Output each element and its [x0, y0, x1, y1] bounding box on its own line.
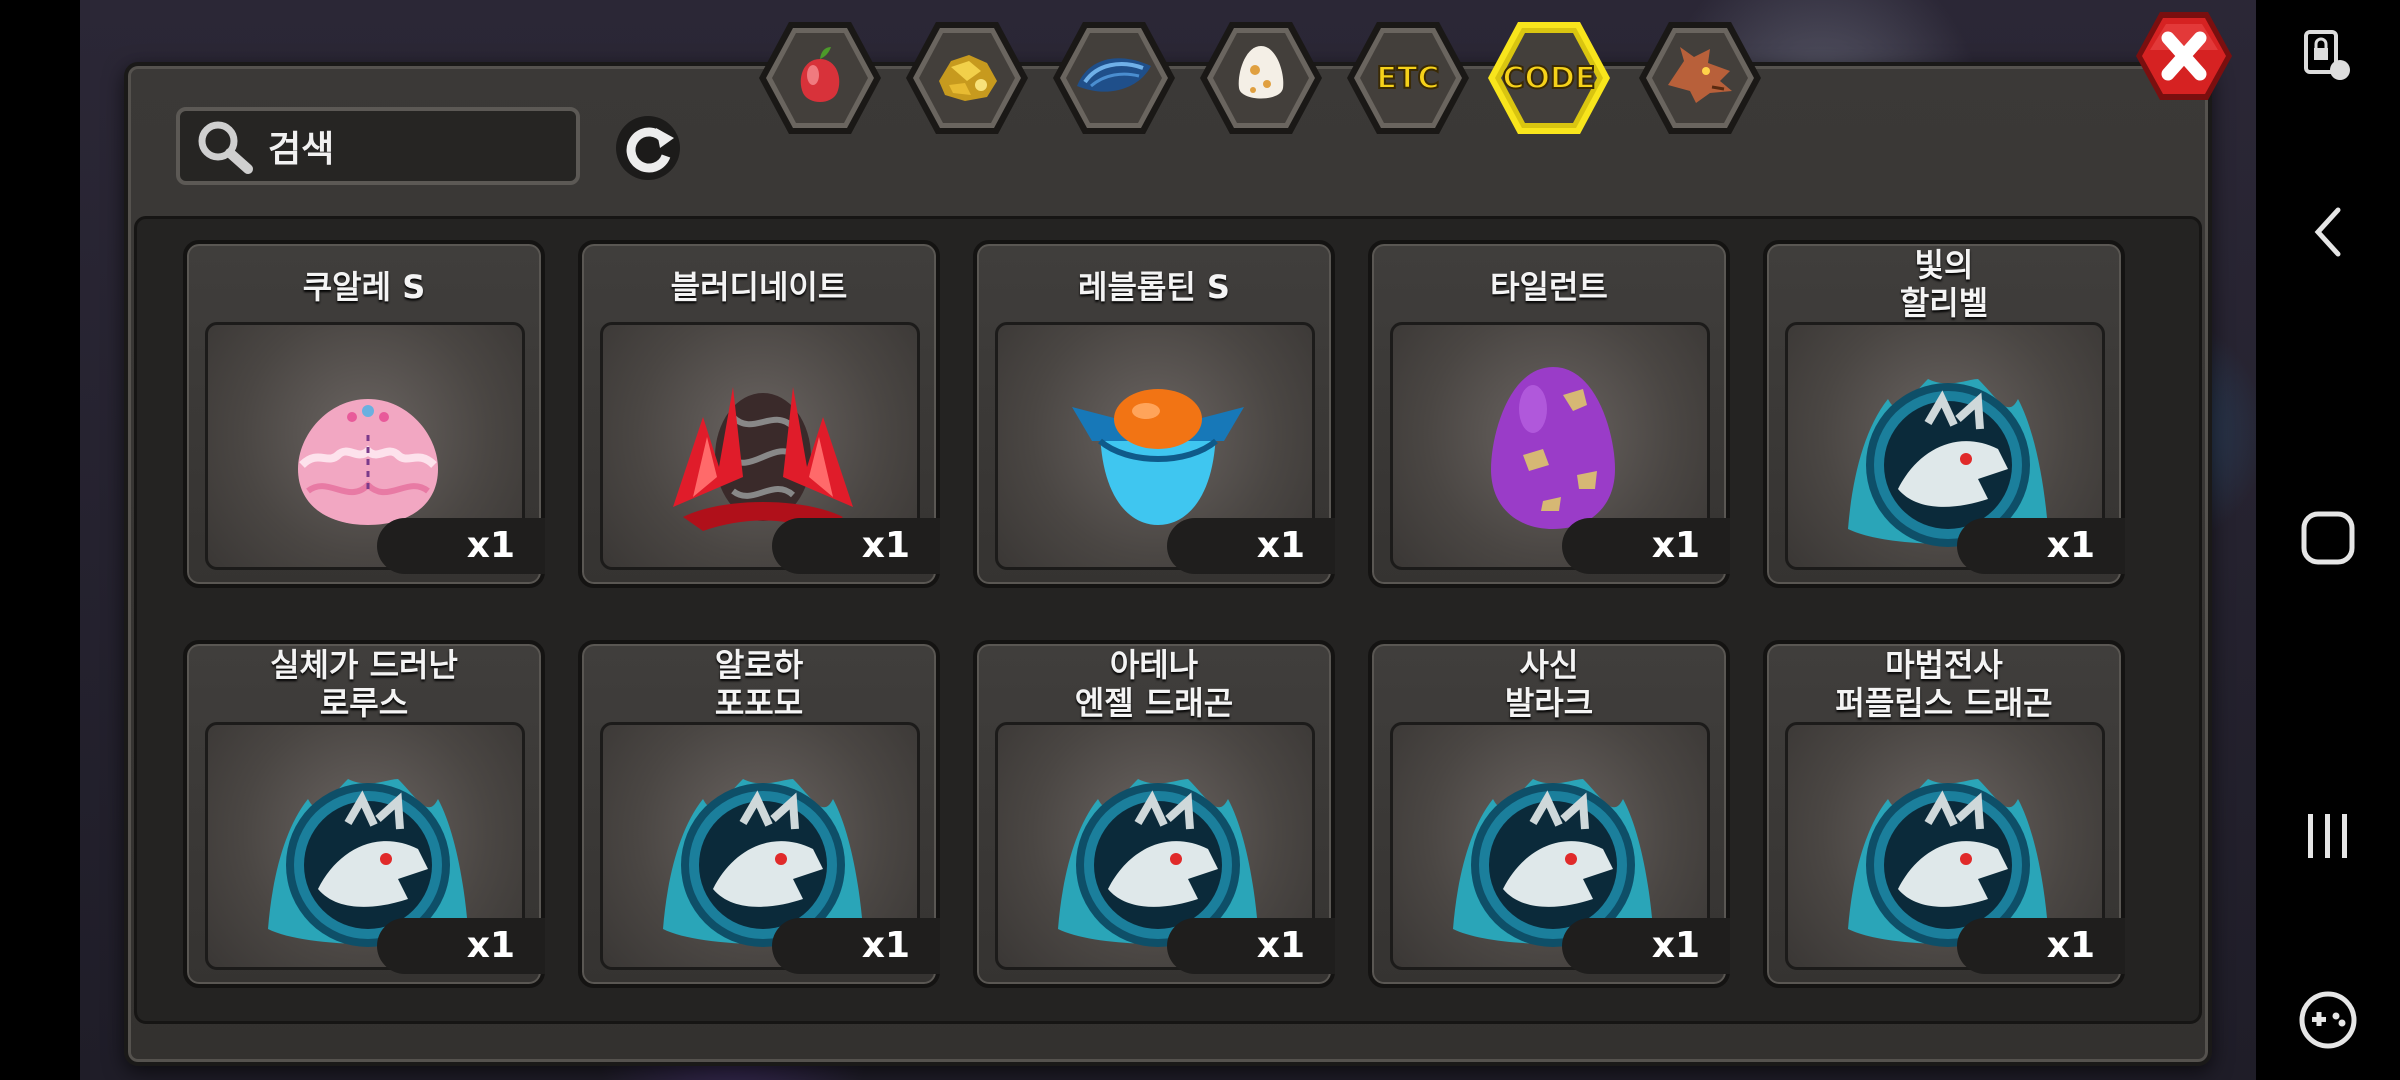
item-quantity: x1 — [1562, 918, 1730, 974]
close-icon — [2136, 12, 2232, 100]
item-name-line: 할리벨 — [1899, 284, 1989, 322]
back-icon[interactable] — [2308, 204, 2348, 260]
item-name-line: 발라크 — [1504, 684, 1594, 722]
item-name-line: 포포모 — [714, 684, 804, 722]
item-quantity: x1 — [377, 918, 545, 974]
tab-label: ETC — [1376, 60, 1441, 97]
item-name: 사신 발라크 — [1372, 646, 1726, 722]
item-name: 레블롭틴 S — [977, 268, 1331, 306]
category-tab-etc[interactable]: ETC — [1343, 18, 1473, 138]
item-name: 빛의 할리벨 — [1767, 246, 2121, 322]
recent-apps-icon[interactable] — [2300, 808, 2356, 864]
item-name-line: 마법전사 — [1885, 646, 2003, 684]
item-name-line: 퍼플립스 드래곤 — [1835, 684, 2053, 722]
search-icon — [194, 117, 256, 175]
item-name: 알로하 포포모 — [582, 646, 936, 722]
item-name-line: 실체가 드러난 — [270, 646, 458, 684]
tab-label: CODE — [1502, 60, 1597, 97]
item-quantity: x1 — [1957, 918, 2125, 974]
item-name-line: 엔젤 드래곤 — [1074, 684, 1234, 722]
game-tools-icon[interactable] — [2296, 990, 2360, 1050]
gold-ore-icon — [929, 41, 1005, 115]
category-tab-dragon-head[interactable] — [1635, 18, 1765, 138]
item-card[interactable]: 실체가 드러난 로루스 x1 — [183, 640, 545, 988]
item-name-line: 타일런트 — [1490, 268, 1608, 306]
item-name: 블러디네이트 — [582, 268, 936, 306]
item-name-line: 사신 — [1519, 646, 1579, 684]
item-card[interactable]: 아테나 엔젤 드래곤 x1 — [973, 640, 1335, 988]
item-name: 아테나 엔젤 드래곤 — [977, 646, 1331, 722]
category-tab-fruit[interactable] — [755, 18, 885, 138]
item-quantity: x1 — [377, 518, 545, 574]
item-name: 실체가 드러난 로루스 — [187, 646, 541, 722]
search-input[interactable]: 검색 — [176, 107, 580, 185]
category-tab-code[interactable]: CODE — [1484, 18, 1614, 138]
item-quantity: x1 — [1167, 518, 1335, 574]
item-name-line: 로루스 — [319, 684, 409, 722]
item-name-line: 쿠알레 S — [302, 268, 426, 306]
category-tab-scale[interactable] — [1049, 18, 1179, 138]
fruit-icon — [785, 41, 855, 115]
screen-lock-touch-icon[interactable] — [2300, 28, 2356, 84]
item-card[interactable]: 블러디네이트 x1 — [578, 240, 940, 588]
item-name-line: 알로하 — [714, 646, 804, 684]
refresh-button[interactable] — [612, 112, 684, 184]
item-quantity: x1 — [1562, 518, 1730, 574]
item-card[interactable]: 알로하 포포모 x1 — [578, 640, 940, 988]
category-tab-egg[interactable] — [1196, 18, 1326, 138]
item-quantity: x1 — [772, 518, 940, 574]
dragon-head-icon — [1660, 41, 1740, 115]
item-name: 타일런트 — [1372, 268, 1726, 306]
item-name: 쿠알레 S — [187, 268, 541, 306]
item-card[interactable]: 레블롭틴 S x1 — [973, 240, 1335, 588]
item-card[interactable]: 타일런트 x1 — [1368, 240, 1730, 588]
category-tab-gold-ore[interactable] — [902, 18, 1032, 138]
item-card[interactable]: 빛의 할리벨 x1 — [1763, 240, 2125, 588]
item-quantity: x1 — [772, 918, 940, 974]
item-name: 마법전사 퍼플립스 드래곤 — [1767, 646, 2121, 722]
item-quantity: x1 — [1957, 518, 2125, 574]
scale-icon — [1071, 46, 1157, 110]
item-card[interactable]: 쿠알레 S x1 — [183, 240, 545, 588]
close-button[interactable] — [2130, 6, 2238, 106]
home-icon[interactable] — [2298, 508, 2358, 568]
item-name-line: 블러디네이트 — [670, 268, 848, 306]
item-name-line: 레블롭틴 S — [1078, 268, 1230, 306]
egg-icon — [1231, 40, 1291, 116]
android-nav-bar — [2256, 0, 2400, 1080]
refresh-icon — [616, 116, 680, 180]
item-name-line: 아테나 — [1109, 646, 1199, 684]
item-name-line: 빛의 — [1914, 246, 1974, 284]
item-card[interactable]: 사신 발라크 x1 — [1368, 640, 1730, 988]
item-card[interactable]: 마법전사 퍼플립스 드래곤 x1 — [1763, 640, 2125, 988]
search-placeholder: 검색 — [268, 129, 335, 170]
item-quantity: x1 — [1167, 918, 1335, 974]
